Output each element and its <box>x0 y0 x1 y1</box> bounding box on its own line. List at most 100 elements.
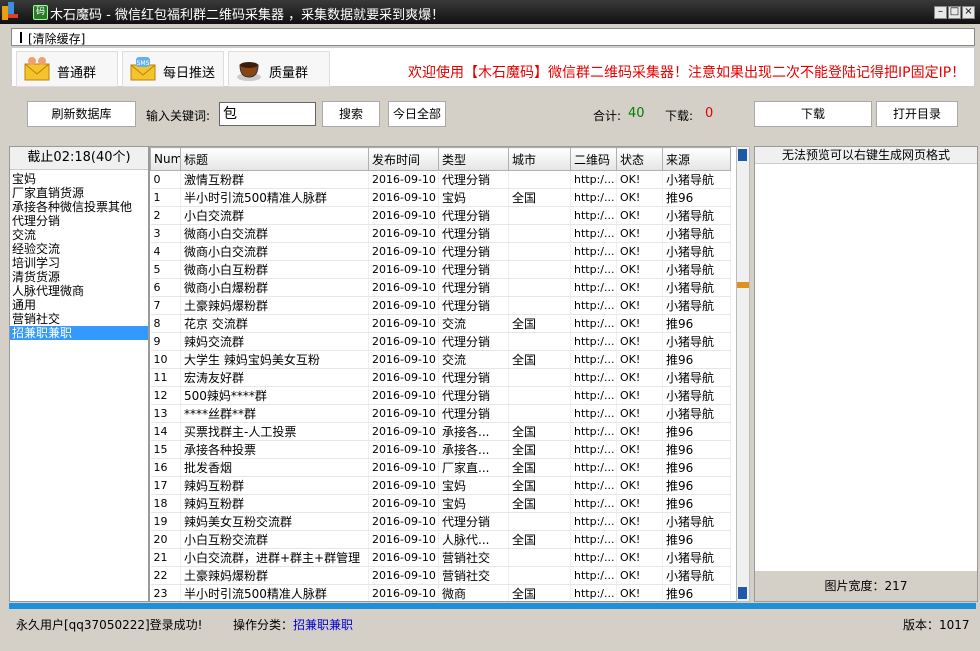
table-row[interactable]: 8 花京 交流群 2016-09-10 交流 全国 http:/... OK! 推96 <box>150 314 731 333</box>
category-item[interactable]: 人脉代理微商 <box>10 284 148 298</box>
column-header[interactable]: 标题 <box>180 147 369 171</box>
table-cell: 代理分销 <box>438 170 509 189</box>
table-row[interactable]: 5 微商小白互粉群 2016-09-10 代理分销 http:/... OK! 小猪导航 <box>150 260 731 279</box>
table-cell: 2016-09-10 <box>368 476 439 495</box>
table-cell: OK! <box>616 314 663 333</box>
table-row[interactable]: 21 小白交流群，进群+群主+群管理 2016-09-10 营销社交 http:/...… <box>150 548 731 567</box>
table-cell: 厂家直... <box>438 458 509 477</box>
category-item[interactable]: 宝妈 <box>10 172 148 186</box>
clear-cache-menu[interactable]: [清除缓存] <box>19 30 85 47</box>
category-item[interactable]: 培训学习 <box>10 256 148 270</box>
column-header[interactable]: 城市 <box>508 147 571 171</box>
table-cell: 2016-09-10 <box>368 584 439 601</box>
table-cell: 全国 <box>508 314 571 333</box>
download-button[interactable]: 下载 <box>754 101 872 127</box>
column-header[interactable]: Num <box>150 147 181 171</box>
category-item[interactable]: 厂家直销货源 <box>10 186 148 200</box>
table-row[interactable]: 1 半小时引流500精准人脉群 2016-09-10 宝妈 全国 http:/... OK!… <box>150 188 731 207</box>
preview-panel: 无法预览可以右键生成网页格式 图片宽度：217 <box>754 146 978 602</box>
table-row[interactable]: 14 买票找群主-人工投票 2016-09-10 承接各... 全国 http:/... O… <box>150 422 731 441</box>
table-row[interactable]: 6 微商小白爆粉群 2016-09-10 代理分销 http:/... OK! 小猪导航 <box>150 278 731 297</box>
category-item[interactable]: 代理分销 <box>10 214 148 228</box>
table-row[interactable]: 18 辣妈互粉群 2016-09-10 宝妈 全国 http:/... OK! 推96 <box>150 494 731 513</box>
table-row[interactable]: 19 辣妈美女互粉交流群 2016-09-10 代理分销 http:/... OK! 小猪导… <box>150 512 731 531</box>
table-scrollbar[interactable] <box>736 146 750 602</box>
column-header[interactable]: 二维码 <box>570 147 617 171</box>
table-row[interactable]: 3 微商小白交流群 2016-09-10 代理分销 http:/... OK! 小猪导航 <box>150 224 731 243</box>
open-directory-button[interactable]: 打开目录 <box>876 101 958 127</box>
category-item[interactable]: 招兼职兼职 <box>10 326 148 340</box>
table-row[interactable]: 2 小白交流群 2016-09-10 代理分销 http:/... OK! 小猪导航 <box>150 206 731 225</box>
table-cell: 代理分销 <box>438 404 509 423</box>
table-cell: 2016-09-10 <box>368 368 439 387</box>
window-title: 木石魔码 - 微信红包福利群二维码采集器 ，采集数据就要采到爽爆！ <box>50 8 445 23</box>
table-row[interactable]: 16 批发香烟 2016-09-10 厂家直... 全国 http:/... OK! 推96 <box>150 458 731 477</box>
operation-category: 操作分类：招兼职兼职 <box>233 616 353 633</box>
tab-quality-group[interactable]: 质量群 <box>228 51 330 87</box>
table-cell: 2016-09-10 <box>368 530 439 549</box>
tab-daily-push[interactable]: SMS 每日推送 <box>122 51 224 87</box>
table-cell: 推96 <box>662 476 731 495</box>
category-item[interactable]: 经验交流 <box>10 242 148 256</box>
table-cell: OK! <box>616 494 663 513</box>
category-item[interactable]: 交流 <box>10 228 148 242</box>
table-row[interactable]: 12 500辣妈****群 2016-09-10 代理分销 http:/... OK! 小猪… <box>150 386 731 405</box>
table-cell: 20 <box>150 530 181 549</box>
table-cell: OK! <box>616 512 663 531</box>
table-row[interactable]: 7 土豪辣妈爆粉群 2016-09-10 代理分销 http:/... OK! 小猪导航 <box>150 296 731 315</box>
scroll-down-icon[interactable] <box>738 587 747 599</box>
search-button[interactable]: 搜索 <box>322 101 380 127</box>
table-cell: 推96 <box>662 314 731 333</box>
column-header[interactable]: 类型 <box>438 147 509 171</box>
table-row[interactable]: 20 小白互粉交流群 2016-09-10 人脉代... 全国 http:/... OK! 推… <box>150 530 731 549</box>
table-cell: 人脉代... <box>438 530 509 549</box>
table-cell: http:/... <box>570 530 617 549</box>
category-item[interactable]: 通用 <box>10 298 148 312</box>
table-cell: OK! <box>616 566 663 585</box>
scroll-thumb[interactable] <box>737 282 749 288</box>
table-cell: 全国 <box>508 476 571 495</box>
keyword-input[interactable]: 包 <box>219 102 316 126</box>
table-cell: 代理分销 <box>438 242 509 261</box>
table-cell: 推96 <box>662 350 731 369</box>
category-header: 截止02:18(40个) <box>10 147 148 170</box>
table-row[interactable]: 4 微商小白交流群 2016-09-10 代理分销 http:/... OK! 小猪导航 <box>150 242 731 261</box>
category-item[interactable]: 营销社交 <box>10 312 148 326</box>
table-cell: 15 <box>150 440 181 459</box>
category-item[interactable]: 清货货源 <box>10 270 148 284</box>
table-cell: 代理分销 <box>438 260 509 279</box>
table-row[interactable]: 17 辣妈互粉群 2016-09-10 宝妈 全国 http:/... OK! 推96 <box>150 476 731 495</box>
table-cell: 承接各种投票 <box>180 440 369 459</box>
table-cell: http:/... <box>570 260 617 279</box>
table-cell: 推96 <box>662 422 731 441</box>
column-header[interactable]: 状态 <box>616 147 663 171</box>
table-cell <box>508 242 571 261</box>
category-item[interactable]: 承接各种微信投票其他 <box>10 200 148 214</box>
table-row[interactable]: 0 激情互粉群 2016-09-10 代理分销 http:/... OK! 小猪导航 <box>150 170 731 189</box>
table-cell: http:/... <box>570 404 617 423</box>
refresh-database-button[interactable]: 刷新数据库 <box>27 101 136 127</box>
table-row[interactable]: 13 ****丝群**群 2016-09-10 代理分销 http:/... OK! 小猪导… <box>150 404 731 423</box>
table-cell: OK! <box>616 224 663 243</box>
table-cell: 全国 <box>508 458 571 477</box>
table-row[interactable]: 22 土豪辣妈爆粉群 2016-09-10 营销社交 http:/... OK! 小猪导航 <box>150 566 731 585</box>
tab-normal-group[interactable]: 普通群 <box>16 51 118 87</box>
today-all-button[interactable]: 今日全部 <box>388 101 446 127</box>
table-row[interactable]: 9 辣妈交流群 2016-09-10 代理分销 http:/... OK! 小猪导航 <box>150 332 731 351</box>
table-row[interactable]: 10 大学生 辣妈宝妈美女互粉 2016-09-10 交流 全国 http:/... OK!… <box>150 350 731 369</box>
table-cell: 21 <box>150 548 181 567</box>
table-cell: 2016-09-10 <box>368 422 439 441</box>
minimize-icon[interactable]: – <box>934 6 947 19</box>
total-label: 合计: <box>593 109 622 123</box>
table-row[interactable]: 23 半小时引流500精准人脉群 2016-09-10 微商 全国 http:/... OK… <box>150 584 731 601</box>
table-cell: http:/... <box>570 386 617 405</box>
column-header[interactable]: 来源 <box>662 147 731 171</box>
table-row[interactable]: 15 承接各种投票 2016-09-10 承接各... 全国 http:/... OK! 推9… <box>150 440 731 459</box>
column-header[interactable]: 发布时间 <box>368 147 439 171</box>
table-cell: 小猪导航 <box>662 566 731 585</box>
title-bar: 码 木石魔码 - 微信红包福利群二维码采集器 ，采集数据就要采到爽爆！ – □ … <box>0 0 980 24</box>
table-row[interactable]: 11 宏涛友好群 2016-09-10 代理分销 http:/... OK! 小猪导航 <box>150 368 731 387</box>
maximize-icon[interactable]: □ <box>948 6 961 19</box>
close-icon[interactable]: × <box>962 6 975 19</box>
scroll-up-icon[interactable] <box>738 149 747 161</box>
